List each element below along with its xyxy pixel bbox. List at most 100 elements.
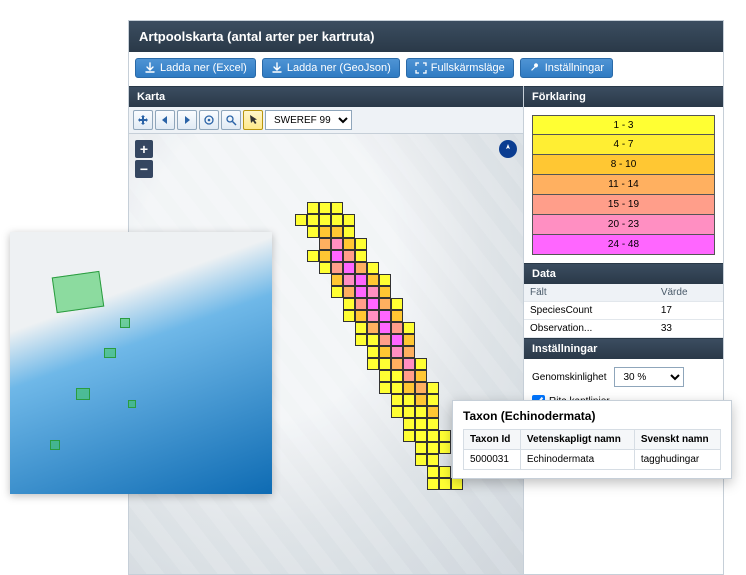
grid-cell[interactable]: [355, 310, 367, 322]
grid-cell[interactable]: [415, 358, 427, 370]
grid-cell[interactable]: [379, 298, 391, 310]
grid-cell[interactable]: [367, 274, 379, 286]
grid-cell[interactable]: [415, 454, 427, 466]
grid-cell[interactable]: [367, 322, 379, 334]
grid-cell[interactable]: [415, 406, 427, 418]
grid-cell[interactable]: [319, 226, 331, 238]
grid-cell[interactable]: [355, 274, 367, 286]
pan-tool[interactable]: [133, 110, 153, 130]
grid-cell[interactable]: [403, 430, 415, 442]
grid-cell[interactable]: [427, 442, 439, 454]
grid-cell[interactable]: [427, 430, 439, 442]
grid-cell[interactable]: [343, 286, 355, 298]
grid-cell[interactable]: [391, 322, 403, 334]
grid-cell[interactable]: [379, 382, 391, 394]
settings-button[interactable]: Inställningar: [520, 58, 613, 78]
grid-cell[interactable]: [343, 262, 355, 274]
grid-cell[interactable]: [355, 334, 367, 346]
grid-cell[interactable]: [391, 358, 403, 370]
grid-cell[interactable]: [403, 382, 415, 394]
grid-cell[interactable]: [367, 286, 379, 298]
download-geojson-button[interactable]: Ladda ner (GeoJson): [262, 58, 400, 78]
grid-cell[interactable]: [295, 214, 307, 226]
grid-cell[interactable]: [379, 358, 391, 370]
grid-cell[interactable]: [391, 370, 403, 382]
grid-cell[interactable]: [391, 346, 403, 358]
prev-extent-tool[interactable]: [155, 110, 175, 130]
grid-cell[interactable]: [451, 478, 463, 490]
next-extent-tool[interactable]: [177, 110, 197, 130]
grid-cell[interactable]: [427, 406, 439, 418]
inset-map[interactable]: [10, 232, 272, 494]
grid-cell[interactable]: [439, 466, 451, 478]
grid-cell[interactable]: [391, 382, 403, 394]
grid-cell[interactable]: [403, 358, 415, 370]
grid-cell[interactable]: [355, 238, 367, 250]
grid-cell[interactable]: [403, 394, 415, 406]
grid-cell[interactable]: [403, 406, 415, 418]
grid-cell[interactable]: [343, 226, 355, 238]
grid-cell[interactable]: [415, 442, 427, 454]
grid-cell[interactable]: [307, 226, 319, 238]
grid-cell[interactable]: [343, 274, 355, 286]
fullscreen-button[interactable]: Fullskärmsläge: [406, 58, 514, 78]
grid-cell[interactable]: [427, 454, 439, 466]
grid-cell[interactable]: [331, 214, 343, 226]
grid-cell[interactable]: [355, 322, 367, 334]
grid-cell[interactable]: [379, 334, 391, 346]
grid-cell[interactable]: [367, 298, 379, 310]
download-excel-button[interactable]: Ladda ner (Excel): [135, 58, 256, 78]
opacity-select[interactable]: 30 %: [614, 367, 684, 387]
grid-cell[interactable]: [403, 418, 415, 430]
grid-cell[interactable]: [367, 334, 379, 346]
grid-cell[interactable]: [367, 262, 379, 274]
grid-cell[interactable]: [379, 310, 391, 322]
coord-system-select[interactable]: SWEREF 99: [265, 110, 352, 130]
grid-cell[interactable]: [307, 214, 319, 226]
grid-cell[interactable]: [415, 418, 427, 430]
grid-cell[interactable]: [367, 346, 379, 358]
grid-cell[interactable]: [319, 214, 331, 226]
grid-cell[interactable]: [415, 394, 427, 406]
grid-cell[interactable]: [391, 334, 403, 346]
grid-cell[interactable]: [331, 274, 343, 286]
grid-cell[interactable]: [415, 370, 427, 382]
grid-cell[interactable]: [319, 238, 331, 250]
zoom-in-button[interactable]: +: [135, 140, 153, 158]
grid-cell[interactable]: [367, 310, 379, 322]
zoom-out-button[interactable]: −: [135, 160, 153, 178]
grid-cell[interactable]: [427, 394, 439, 406]
grid-cell[interactable]: [391, 298, 403, 310]
grid-cell[interactable]: [379, 286, 391, 298]
grid-cell[interactable]: [427, 418, 439, 430]
grid-cell[interactable]: [403, 370, 415, 382]
grid-cell[interactable]: [403, 334, 415, 346]
grid-cell[interactable]: [391, 310, 403, 322]
grid-cell[interactable]: [379, 370, 391, 382]
grid-cell[interactable]: [355, 250, 367, 262]
grid-cell[interactable]: [343, 214, 355, 226]
grid-cell[interactable]: [355, 286, 367, 298]
grid-cell[interactable]: [415, 430, 427, 442]
grid-cell[interactable]: [415, 382, 427, 394]
grid-cell[interactable]: [403, 346, 415, 358]
grid-cell[interactable]: [307, 250, 319, 262]
grid-cell[interactable]: [379, 346, 391, 358]
grid-cell[interactable]: [319, 262, 331, 274]
grid-cell[interactable]: [331, 226, 343, 238]
compass-icon[interactable]: [499, 140, 517, 158]
grid-cell[interactable]: [319, 202, 331, 214]
grid-cell[interactable]: [355, 262, 367, 274]
grid-cell[interactable]: [427, 382, 439, 394]
grid-cell[interactable]: [343, 298, 355, 310]
grid-cell[interactable]: [331, 238, 343, 250]
full-extent-tool[interactable]: [199, 110, 219, 130]
grid-cell[interactable]: [439, 430, 451, 442]
grid-cell[interactable]: [391, 394, 403, 406]
grid-cell[interactable]: [343, 250, 355, 262]
grid-cell[interactable]: [331, 262, 343, 274]
grid-cell[interactable]: [439, 478, 451, 490]
grid-cell[interactable]: [439, 442, 451, 454]
grid-cell[interactable]: [379, 322, 391, 334]
grid-cell[interactable]: [307, 202, 319, 214]
